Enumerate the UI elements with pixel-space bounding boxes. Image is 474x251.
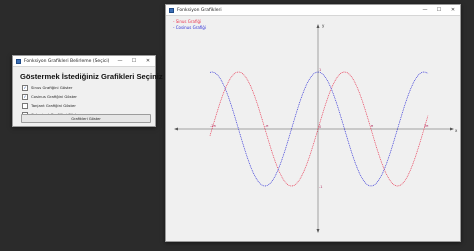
legend-cosine: - Cosinus Grafiği [173, 25, 206, 30]
minimize-button[interactable]: — [418, 5, 432, 15]
function-plot: - Sinus Grafiği - Cosinus Grafiği x y -2… [173, 19, 458, 233]
sine-option-label: Sinus Grafiğini Göster [31, 85, 73, 90]
x-axis-arrow [450, 127, 454, 131]
x-axis-left-arrow [174, 127, 178, 131]
tangent-option-label: Tanjant Grafiğini Göster [31, 103, 76, 108]
cosine-checkbox[interactable]: ✓ [22, 93, 28, 100]
cosine-option-label: Cosinus Grafiğini Göster [31, 94, 77, 99]
y-axis-label: y [322, 23, 325, 28]
graph-window-titlebar: Fonksiyon Grafikleri — ☐ ✕ [166, 5, 460, 16]
minimize-button[interactable]: — [113, 56, 127, 66]
tangent-checkbox[interactable] [22, 102, 28, 109]
y-axis-arrow [316, 24, 320, 28]
x-axis-label: x [455, 128, 458, 133]
selection-window-title: Fonksiyon Grafikleri Belirleme (Seçici) [24, 58, 110, 64]
graph-canvas: - Sinus Grafiği - Cosinus Grafiği x y -2… [166, 16, 460, 241]
maximize-button[interactable]: ☐ [432, 5, 446, 15]
legend-sine: - Sinus Grafiği [173, 19, 201, 24]
y-tick-1: 1 [319, 68, 321, 72]
tangent-option[interactable]: Tanjant Grafiğini Göster [22, 101, 155, 110]
show-graphs-button[interactable]: Grafikleri Göster [21, 114, 151, 123]
java-app-icon [16, 58, 21, 64]
sine-checkbox[interactable]: ✓ [22, 84, 28, 91]
close-button[interactable]: ✕ [446, 5, 460, 15]
close-button[interactable]: ✕ [141, 56, 155, 66]
x-tick-neg-pi: -π [265, 124, 269, 128]
java-app-icon [169, 7, 174, 13]
graph-window: Fonksiyon Grafikleri — ☐ ✕ - Sinus Grafi… [165, 4, 461, 242]
maximize-button[interactable]: ☐ [127, 56, 141, 66]
sine-option[interactable]: ✓ Sinus Grafiğini Göster [22, 83, 155, 92]
selection-window: Fonksiyon Grafikleri Belirleme (Seçici) … [12, 55, 163, 127]
selection-window-titlebar: Fonksiyon Grafikleri Belirleme (Seçici) … [13, 56, 155, 67]
origin-label: 0 [319, 125, 321, 129]
graph-window-title: Fonksiyon Grafikleri [177, 7, 222, 13]
selection-heading: Göstermek İstediğiniz Grafikleri Seçiniz [20, 72, 163, 81]
x-tick-pi: π [371, 124, 374, 128]
cosine-option[interactable]: ✓ Cosinus Grafiğini Göster [22, 92, 155, 101]
y-axis-bottom-arrow [316, 229, 320, 233]
y-tick-neg1: -1 [319, 185, 323, 189]
